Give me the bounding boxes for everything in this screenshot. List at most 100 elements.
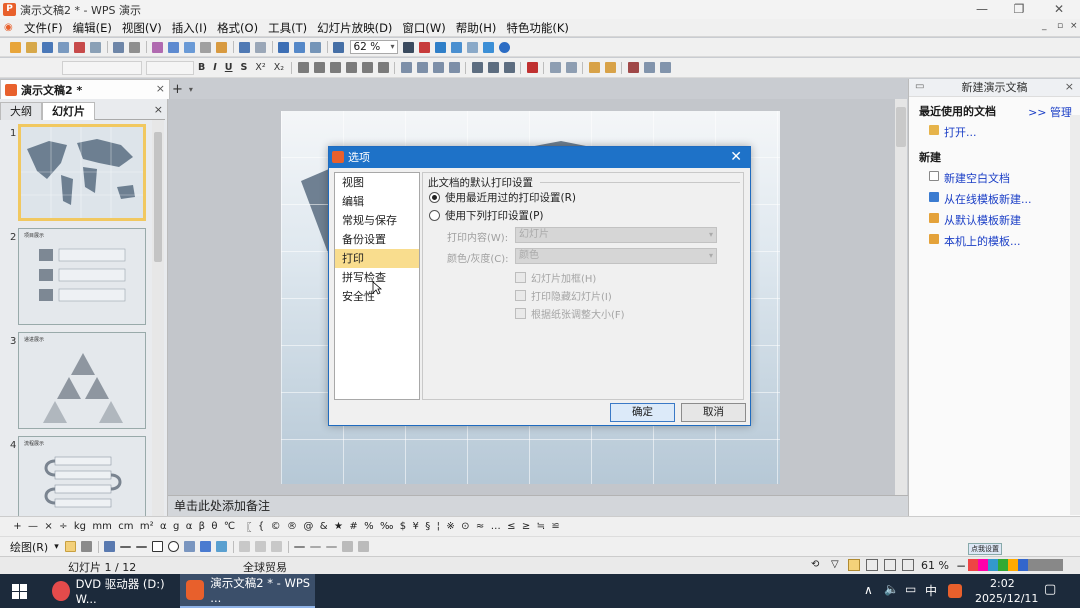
frame-slides-checkbox[interactable]: 幻灯片加框(H) xyxy=(515,270,596,285)
shadow-style-icon[interactable] xyxy=(342,541,354,552)
symbol[interactable]: § xyxy=(425,521,430,532)
line-color-icon[interactable] xyxy=(255,541,267,552)
subscript-button[interactable]: X₂ xyxy=(274,62,284,73)
slide-design-icon[interactable] xyxy=(467,41,478,53)
bold-button[interactable]: B xyxy=(198,62,205,73)
symbol[interactable]: ≤ xyxy=(507,521,515,532)
symbol[interactable]: ÷ xyxy=(59,521,67,532)
grid-icon[interactable] xyxy=(333,41,344,53)
symbol[interactable]: m² xyxy=(140,521,154,532)
menu-file[interactable]: 文件(F) xyxy=(19,20,68,36)
print-icon[interactable] xyxy=(90,41,101,53)
symbol[interactable]: β xyxy=(199,521,205,532)
symbol[interactable]: g xyxy=(173,521,179,532)
symbol[interactable]: ≈ xyxy=(476,521,484,532)
close-pane-icon[interactable]: × xyxy=(154,103,163,116)
cancel-button[interactable]: 取消 xyxy=(681,403,746,422)
wps-app-icon[interactable]: P xyxy=(3,3,16,16)
doc-restore-icon[interactable]: ▫ xyxy=(1057,21,1063,31)
symbol[interactable]: # xyxy=(349,521,357,532)
pdf-icon[interactable] xyxy=(74,41,85,53)
line-icon[interactable] xyxy=(120,545,132,548)
symbol[interactable]: ® xyxy=(287,521,297,532)
symbol[interactable]: cm xyxy=(118,521,133,532)
slide-thumbnail-2[interactable]: 项目展示 xyxy=(18,228,146,325)
chart-icon[interactable] xyxy=(310,41,321,53)
table-icon[interactable] xyxy=(294,41,305,53)
symbol[interactable]: α xyxy=(186,521,193,532)
3d-style-icon[interactable] xyxy=(358,541,370,552)
transition-icon[interactable] xyxy=(643,62,655,73)
design-icon[interactable] xyxy=(588,62,600,73)
plus-icon[interactable]: + xyxy=(172,82,183,97)
dash-style-icon[interactable] xyxy=(310,545,322,548)
font-size-select[interactable] xyxy=(146,60,194,75)
hyperlink-icon[interactable] xyxy=(435,41,446,53)
use-following-settings-radio[interactable]: 使用下列打印设置(P) xyxy=(429,208,544,223)
menu-view[interactable]: 视图(V) xyxy=(117,20,167,36)
input-method-indicator[interactable]: 中 xyxy=(925,582,937,599)
select-objects-icon[interactable] xyxy=(81,541,93,552)
spellcheck-icon[interactable] xyxy=(129,41,140,53)
symbol[interactable]: θ xyxy=(211,521,217,532)
justify-icon[interactable] xyxy=(345,62,357,73)
italic-button[interactable]: I xyxy=(213,62,217,73)
category-print[interactable]: 打印 xyxy=(335,249,419,268)
symbol[interactable]: ‰ xyxy=(380,521,393,532)
symbol[interactable]: ¥ xyxy=(413,521,419,532)
normal-view-icon[interactable] xyxy=(848,559,860,571)
draw-menu-button[interactable]: 绘图(R) xyxy=(10,539,48,555)
symbol[interactable]: & xyxy=(320,521,328,532)
find-icon[interactable] xyxy=(419,41,430,53)
filter-icon[interactable]: ▽ xyxy=(831,559,839,570)
menu-slideshow[interactable]: 幻灯片放映(D) xyxy=(312,20,397,36)
numbering-icon[interactable] xyxy=(400,62,412,73)
symbol[interactable]: + xyxy=(13,521,21,532)
close-tab-icon[interactable]: × xyxy=(156,82,165,95)
doc-minimize-icon[interactable]: _ xyxy=(1042,21,1047,31)
dialog-close-icon[interactable]: ✕ xyxy=(730,147,742,168)
wps-service-icons[interactable] xyxy=(968,559,1063,571)
doc-close-icon[interactable]: × xyxy=(1070,21,1078,31)
default-template-link[interactable]: 从默认模板新建 xyxy=(909,212,1080,228)
undo-icon[interactable] xyxy=(239,41,250,53)
print-hidden-checkbox[interactable]: 打印隐藏幻灯片(I) xyxy=(515,288,612,303)
taskbar-dvd-drive[interactable]: DVD 驱动器 (D:) W... xyxy=(46,574,176,608)
notification-icon[interactable]: ▢ xyxy=(1044,582,1056,597)
category-edit[interactable]: 编辑 xyxy=(335,192,419,211)
document-tab[interactable]: 演示文稿2 * × xyxy=(0,79,170,99)
task-pane-close-icon[interactable]: × xyxy=(1065,80,1074,93)
shadow-button[interactable]: S xyxy=(241,62,248,73)
font-name-select[interactable] xyxy=(62,60,142,75)
menu-app-icon[interactable]: ◉ xyxy=(4,22,18,34)
background-icon[interactable] xyxy=(451,41,462,53)
reading-view-icon[interactable] xyxy=(884,559,896,571)
taskbar-wps-presentation[interactable]: 演示文稿2 * - WPS ... xyxy=(180,574,315,608)
symbol[interactable]: ★ xyxy=(334,521,343,532)
symbol[interactable]: @ xyxy=(303,521,313,532)
new-slide-icon[interactable] xyxy=(278,41,289,53)
canvas-scrollbar[interactable] xyxy=(895,99,907,495)
symbol[interactable]: ※ xyxy=(446,521,454,532)
new-tab-button[interactable]: + ▾ xyxy=(172,80,200,98)
ellipse-icon[interactable] xyxy=(168,541,180,552)
volume-icon[interactable]: 🔈 xyxy=(884,582,899,596)
decrease-indent-icon[interactable] xyxy=(432,62,444,73)
copy-icon[interactable] xyxy=(184,41,195,53)
slideshow-view-icon[interactable] xyxy=(902,559,914,571)
align-left-icon[interactable] xyxy=(297,62,309,73)
autoshapes-icon[interactable] xyxy=(104,541,116,552)
new-blank-link[interactable]: 新建空白文档 xyxy=(909,170,1080,186)
symbol[interactable]: 〖 xyxy=(242,519,252,534)
rectangle-icon[interactable] xyxy=(152,541,164,552)
category-view[interactable]: 视图 xyxy=(335,173,419,192)
tab-slides[interactable]: 幻灯片 xyxy=(42,102,95,120)
text-direction-icon[interactable] xyxy=(503,62,515,73)
align-right-icon[interactable] xyxy=(329,62,341,73)
manage-link[interactable]: >> 管理 xyxy=(1028,104,1072,120)
network-icon[interactable]: ▭ xyxy=(905,582,916,596)
symbol[interactable]: × xyxy=(44,521,52,532)
zoom-out-icon[interactable]: − xyxy=(956,559,966,573)
symbol[interactable]: { xyxy=(258,521,264,532)
menu-help[interactable]: 帮助(H) xyxy=(451,20,502,36)
